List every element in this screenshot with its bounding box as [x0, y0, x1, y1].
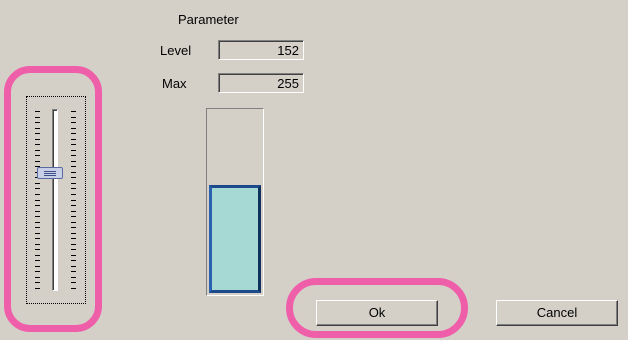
- slider-tick: [71, 144, 76, 145]
- slider-tick: [71, 150, 76, 151]
- slider-tick: [35, 183, 40, 184]
- slider-tick: [71, 161, 76, 162]
- slider-ticks-left: [35, 111, 41, 289]
- slider-tick: [71, 238, 76, 239]
- slider-tick: [71, 128, 76, 129]
- slider-tick: [35, 133, 40, 134]
- slider-tick: [71, 155, 76, 156]
- max-label: Max: [162, 76, 187, 91]
- parameter-title: Parameter: [178, 12, 239, 27]
- level-slider[interactable]: [26, 96, 86, 304]
- slider-tick: [35, 277, 40, 278]
- level-gauge: [206, 108, 264, 296]
- slider-tick: [35, 271, 40, 272]
- slider-tick: [71, 188, 76, 189]
- max-field: 255: [218, 73, 304, 93]
- level-field: 152: [218, 40, 304, 60]
- slider-tick: [71, 216, 76, 217]
- slider-tick: [71, 233, 76, 234]
- parameter-dialog: Parameter Level 152 Max 255 Ok Cancel: [0, 0, 630, 342]
- slider-tick: [71, 133, 76, 134]
- slider-tick: [35, 244, 40, 245]
- slider-tick: [35, 227, 40, 228]
- slider-tick: [71, 166, 76, 167]
- slider-tick: [71, 249, 76, 250]
- slider-tick: [35, 111, 40, 112]
- slider-tick: [35, 249, 40, 250]
- slider-tick: [71, 227, 76, 228]
- slider-tick: [71, 139, 76, 140]
- slider-tick: [35, 282, 40, 283]
- cancel-button[interactable]: Cancel: [496, 300, 618, 326]
- slider-tick: [35, 288, 40, 289]
- slider-tick: [71, 277, 76, 278]
- slider-tick: [71, 194, 76, 195]
- slider-ticks-right: [71, 111, 77, 289]
- slider-tick: [35, 117, 40, 118]
- slider-tick: [71, 260, 76, 261]
- slider-tick: [71, 183, 76, 184]
- slider-tick: [71, 282, 76, 283]
- slider-tick: [35, 211, 40, 212]
- slider-tick: [71, 266, 76, 267]
- slider-tick: [35, 255, 40, 256]
- slider-tick: [71, 205, 76, 206]
- level-gauge-fill: [209, 185, 261, 293]
- slider-tick: [35, 238, 40, 239]
- ok-button[interactable]: Ok: [316, 300, 438, 326]
- slider-tick: [35, 128, 40, 129]
- slider-tick: [71, 222, 76, 223]
- slider-tick: [71, 255, 76, 256]
- slider-tick: [71, 211, 76, 212]
- slider-tick: [71, 288, 76, 289]
- slider-tick: [35, 205, 40, 206]
- slider-tick: [35, 266, 40, 267]
- slider-tick: [35, 222, 40, 223]
- slider-tick: [71, 200, 76, 201]
- slider-tick: [35, 194, 40, 195]
- slider-tick: [35, 122, 40, 123]
- slider-tick: [35, 150, 40, 151]
- slider-tick: [35, 139, 40, 140]
- slider-tick: [71, 244, 76, 245]
- slider-tick: [35, 188, 40, 189]
- slider-tick: [71, 172, 76, 173]
- slider-track[interactable]: [52, 109, 58, 291]
- slider-tick: [35, 144, 40, 145]
- slider-tick: [35, 260, 40, 261]
- slider-tick: [71, 271, 76, 272]
- slider-tick: [35, 155, 40, 156]
- slider-tick: [71, 111, 76, 112]
- slider-tick: [71, 117, 76, 118]
- level-label: Level: [160, 43, 192, 58]
- slider-tick: [35, 216, 40, 217]
- slider-tick: [71, 122, 76, 123]
- slider-tick: [35, 233, 40, 234]
- slider-tick: [35, 161, 40, 162]
- slider-tick: [71, 177, 76, 178]
- slider-thumb[interactable]: [37, 167, 63, 179]
- slider-tick: [35, 200, 40, 201]
